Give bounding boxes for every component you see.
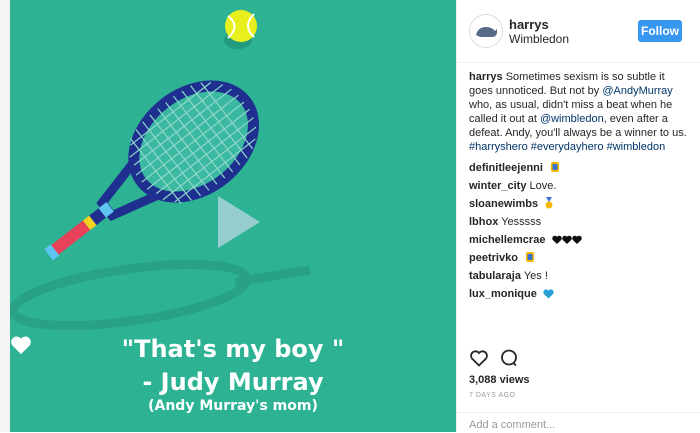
post-media[interactable]: "That's my boy " - Judy Murray (Andy Mur…: [10, 0, 456, 432]
add-comment-input[interactable]: Add a comment...: [469, 419, 555, 431]
comment-username[interactable]: definitleejenni: [469, 162, 543, 174]
avatar[interactable]: [469, 14, 503, 48]
rhino-logo-icon: [476, 27, 497, 37]
comment-row: lbhox Yesssss: [469, 213, 691, 231]
black-hearts-icon: [551, 235, 582, 244]
tennis-ball-icon: [225, 10, 257, 42]
comment-username[interactable]: michellemcrae: [469, 234, 545, 246]
post-header: harrys Wimbledon Follow: [457, 0, 700, 63]
comment-row: lux_monique: [469, 285, 691, 303]
mention-andymurray[interactable]: @AndyMurray: [602, 85, 672, 97]
view-count: 3,088 views: [469, 374, 530, 386]
comment-username[interactable]: sloanewimbs: [469, 198, 538, 210]
caption-username[interactable]: harrys: [469, 71, 503, 83]
medal-icon: [551, 162, 560, 172]
post-username[interactable]: harrys: [509, 17, 549, 32]
play-icon: [218, 196, 260, 248]
comment-row: sloanewimbs: [469, 195, 691, 213]
tennis-racket: [44, 80, 259, 261]
heart-icon: [11, 336, 31, 355]
comment-text: Yes !: [523, 270, 548, 282]
quote-line-2: - Judy Murray: [142, 368, 324, 396]
follow-button[interactable]: Follow: [638, 20, 682, 42]
post-timestamp: 7 DAYS AGO: [469, 392, 516, 399]
quote-line-1: "That's my boy ": [10, 335, 456, 363]
comment-bubble-icon[interactable]: [499, 348, 519, 368]
post-location[interactable]: Wimbledon: [509, 32, 569, 46]
comment-username[interactable]: lux_monique: [469, 288, 537, 300]
comments-list: harrys Sometimes sexism is so subtle it …: [469, 70, 691, 303]
comment-username[interactable]: tabularaja: [469, 270, 521, 282]
comment-username[interactable]: winter_city: [469, 180, 526, 192]
comment-username[interactable]: lbhox: [469, 216, 498, 228]
comment-text: Love.: [529, 180, 557, 192]
hashtags[interactable]: #harryshero #everydayhero #wimbledon: [469, 141, 665, 153]
comment-row: peetrivko: [469, 249, 691, 267]
comment-row: michellemcrae: [469, 231, 691, 249]
mention-wimbledon[interactable]: @wimbledon: [540, 113, 604, 125]
medal-icon: [525, 252, 534, 262]
post-caption: harrys Sometimes sexism is so subtle it …: [469, 71, 687, 153]
comment-row: definitleejenni: [469, 159, 691, 177]
post-side-panel: harrys Wimbledon Follow harrys Sometimes…: [456, 0, 700, 432]
like-heart-icon[interactable]: [469, 348, 489, 368]
medal-icon: [545, 197, 553, 209]
comment-text: Yesssss: [501, 216, 542, 228]
comment-username[interactable]: peetrivko: [469, 252, 518, 264]
quote-line-3: (Andy Murray's mom): [148, 398, 318, 414]
add-comment-bar[interactable]: Add a comment...: [457, 412, 700, 433]
blue-heart-icon: [543, 289, 554, 299]
racket-shadow: [10, 259, 311, 331]
comment-row: winter_city Love.: [469, 177, 691, 195]
comment-row: tabularaja Yes !: [469, 267, 691, 285]
